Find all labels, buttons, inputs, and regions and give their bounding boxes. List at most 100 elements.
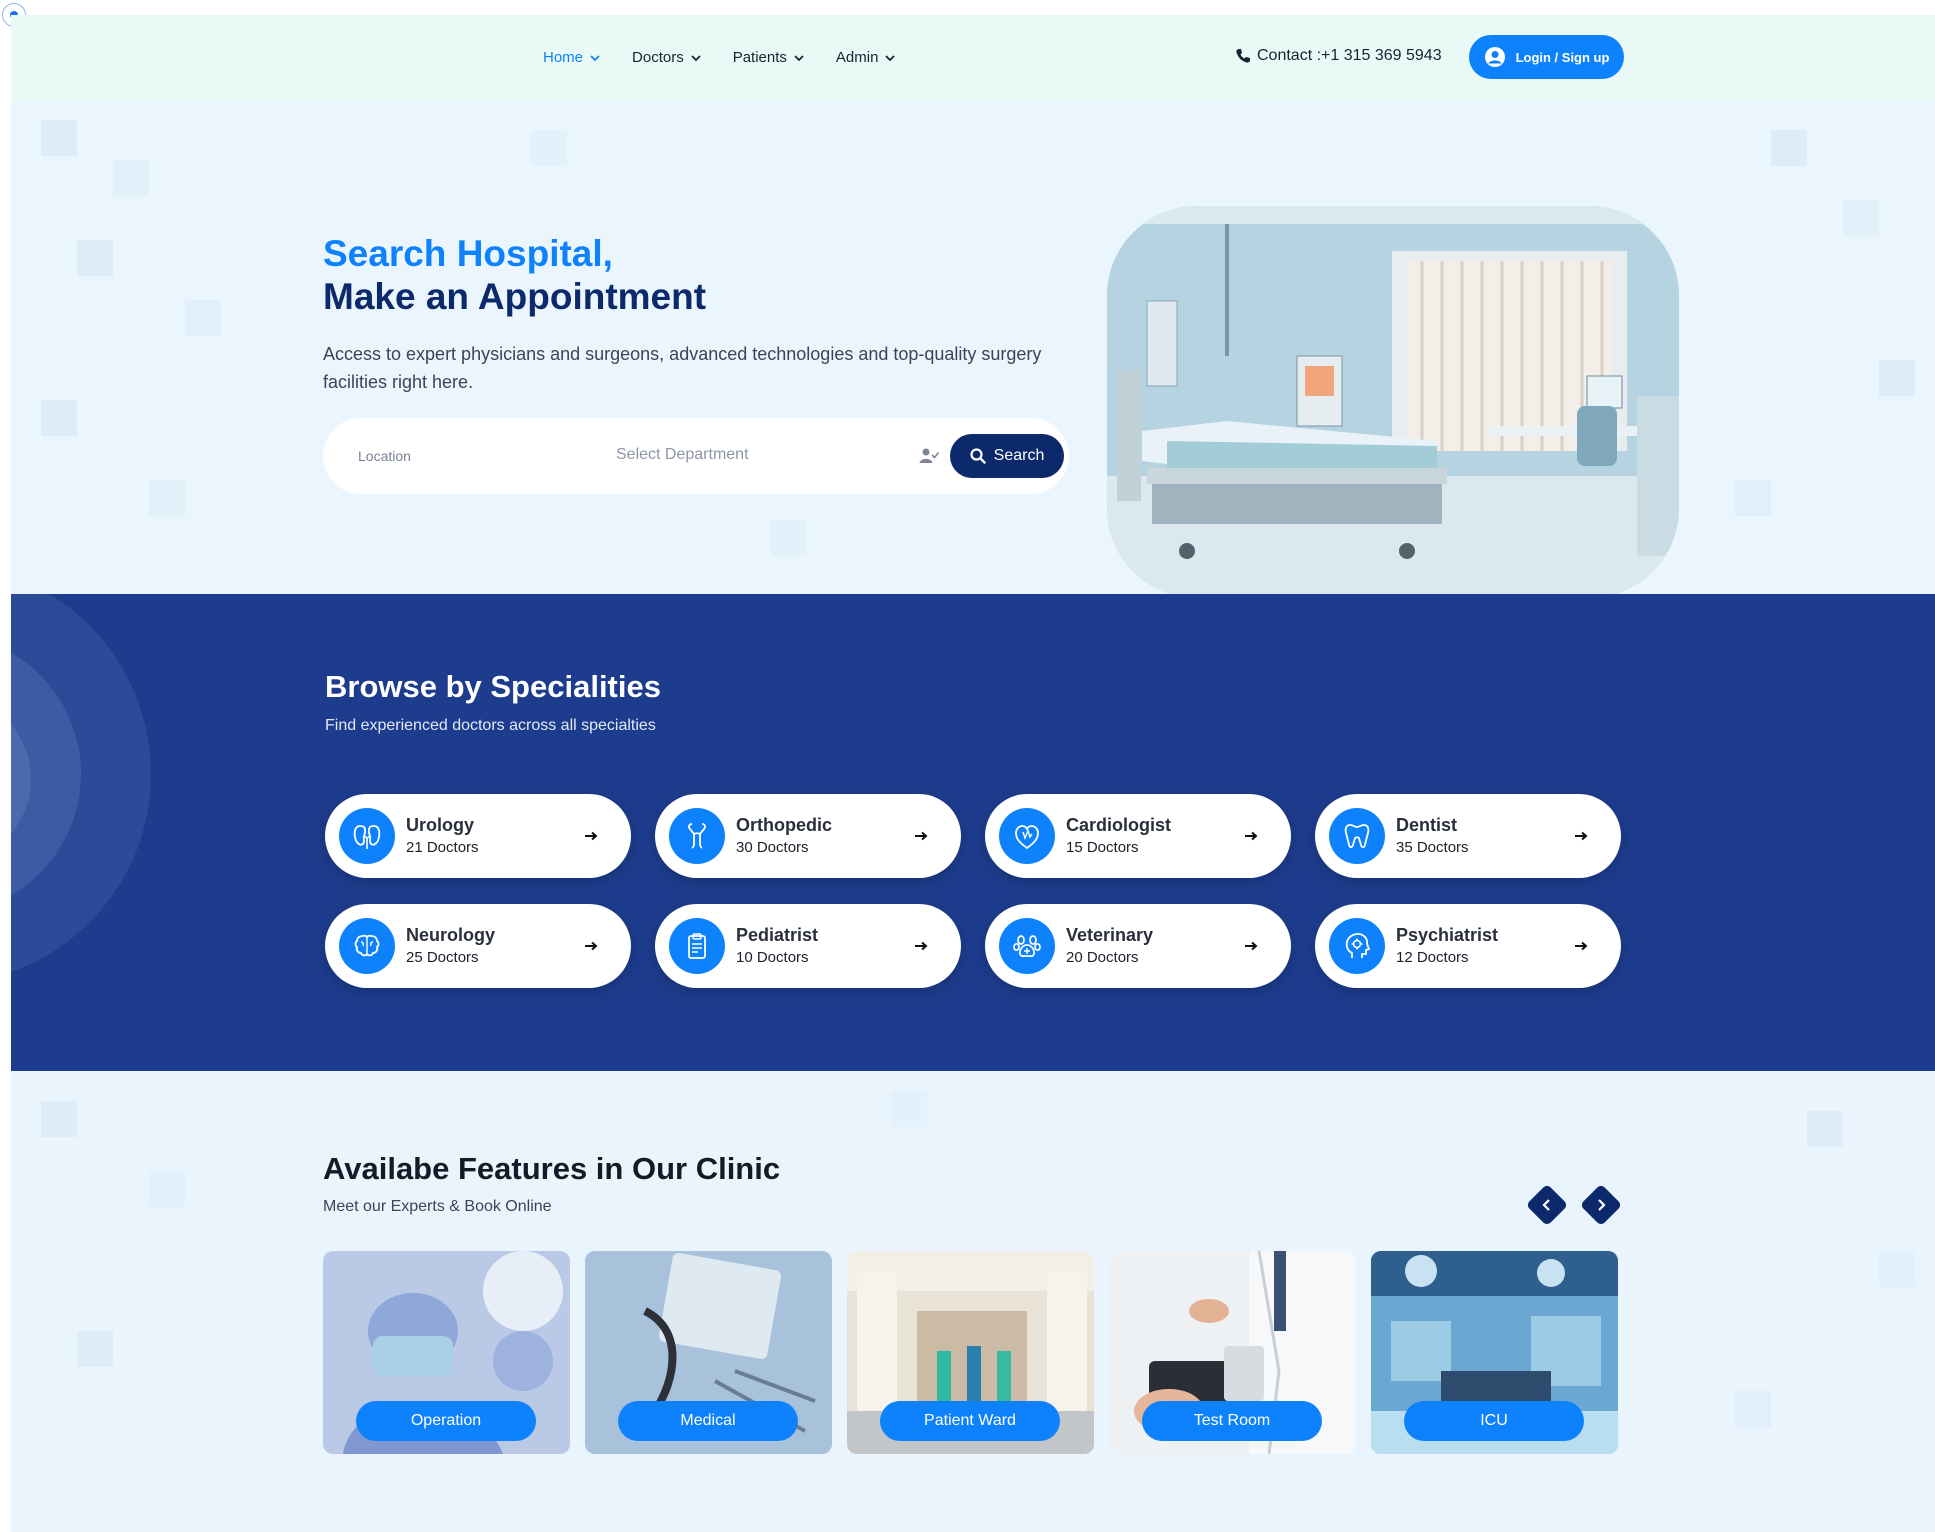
- bg-tile: [41, 1101, 77, 1137]
- bg-tile: [771, 520, 807, 556]
- speciality-doctor-count: 30 Doctors: [736, 839, 809, 856]
- speciality-card-veterinary[interactable]: Veterinary 20 Doctors: [985, 904, 1291, 988]
- hospital-search-bar: Location Select Department Search: [323, 418, 1069, 494]
- user-circle-icon: [1484, 47, 1505, 67]
- hospital-room-image: [1107, 206, 1679, 594]
- bg-tile: [77, 240, 113, 276]
- paw-icon: [999, 918, 1055, 974]
- feature-card-test-room[interactable]: Test Room: [1109, 1251, 1356, 1454]
- speciality-card-orthopedic[interactable]: Orthopedic 30 Doctors: [655, 794, 961, 878]
- speciality-card-urology[interactable]: Urology 21 Doctors: [325, 794, 631, 878]
- brain-icon: [339, 918, 395, 974]
- feature-label: Medical: [618, 1401, 798, 1441]
- chevron-left-icon: [1542, 1199, 1550, 1211]
- speciality-name: Cardiologist: [1066, 815, 1172, 835]
- speciality-doctor-count: 20 Doctors: [1066, 949, 1139, 966]
- contact-info[interactable]: Contact :+1 315 369 5943: [1235, 47, 1442, 65]
- speciality-card-neurology[interactable]: Neurology 25 Doctors: [325, 904, 631, 988]
- nav-item-home[interactable]: Home: [543, 49, 601, 66]
- login-label: Login / Sign up: [1515, 49, 1610, 65]
- user-check-icon: [919, 448, 939, 463]
- department-select[interactable]: Select Department: [616, 446, 749, 464]
- bg-tile: [1735, 1391, 1771, 1427]
- clipboard-icon: [669, 918, 725, 974]
- bg-tile: [891, 1091, 927, 1127]
- page: Home Doctors Patients Admin Contact :+1 …: [11, 15, 1935, 1532]
- heart-icon: [999, 808, 1055, 864]
- hero-title-line1: Search Hospital,: [323, 233, 613, 274]
- feature-card-patient-ward[interactable]: Patient Ward: [847, 1251, 1094, 1454]
- bg-tile: [1807, 1111, 1843, 1147]
- speciality-card-psychiatrist[interactable]: Psychiatrist 12 Doctors: [1315, 904, 1621, 988]
- specialities-title: Browse by Specialities: [325, 669, 661, 704]
- nav-item-patients[interactable]: Patients: [733, 49, 805, 66]
- arrow-right-icon: [1575, 941, 1588, 951]
- bg-tile: [1879, 360, 1915, 396]
- head-gear-icon: [1329, 918, 1385, 974]
- speciality-name: Orthopedic: [736, 815, 833, 835]
- search-button-label: Search: [993, 447, 1045, 464]
- bg-tile: [1735, 480, 1771, 516]
- bg-tile: [1771, 130, 1807, 166]
- speciality-doctor-count: 21 Doctors: [406, 839, 479, 856]
- nav-item-doctors[interactable]: Doctors: [632, 49, 702, 66]
- hero-section: Search Hospital, Make an Appointment Acc…: [11, 100, 1935, 594]
- search-icon: [970, 448, 986, 464]
- speciality-name: Neurology: [406, 925, 496, 945]
- chevron-down-icon: [794, 54, 804, 61]
- feature-label: Test Room: [1142, 1401, 1322, 1441]
- speciality-name: Pediatrist: [736, 925, 819, 945]
- speciality-doctor-count: 35 Doctors: [1396, 839, 1469, 856]
- main-nav: Home Doctors Patients Admin: [543, 49, 896, 66]
- feature-label: Operation: [356, 1401, 536, 1441]
- login-signup-button[interactable]: Login / Sign up: [1469, 35, 1624, 79]
- speciality-card-dentist[interactable]: Dentist 35 Doctors: [1315, 794, 1621, 878]
- features-title: Availabe Features in Our Clinic: [323, 1151, 781, 1186]
- arrow-right-icon: [585, 941, 598, 951]
- nav-item-label: Doctors: [632, 49, 684, 66]
- arrow-right-icon: [1245, 831, 1258, 841]
- bg-tile: [1843, 200, 1879, 236]
- nav-item-admin[interactable]: Admin: [836, 49, 897, 66]
- arrow-right-icon: [1245, 941, 1258, 951]
- feature-label: ICU: [1404, 1401, 1584, 1441]
- speciality-doctor-count: 25 Doctors: [406, 949, 479, 966]
- speciality-doctor-count: 10 Doctors: [736, 949, 809, 966]
- carousel-prev-button[interactable]: [1525, 1183, 1569, 1227]
- chevron-down-icon: [590, 54, 600, 61]
- carousel-next-button[interactable]: [1579, 1183, 1623, 1227]
- speciality-card-cardiologist[interactable]: Cardiologist 15 Doctors: [985, 794, 1291, 878]
- location-input[interactable]: Location: [358, 448, 411, 464]
- kidney-icon: [339, 808, 395, 864]
- bg-tile: [41, 120, 77, 156]
- bone-icon: [669, 808, 725, 864]
- speciality-name: Veterinary: [1066, 925, 1154, 945]
- bg-tile: [149, 480, 185, 516]
- features-section: Availabe Features in Our Clinic Meet our…: [11, 1071, 1935, 1532]
- bg-tile: [1879, 1251, 1915, 1287]
- arrow-right-icon: [915, 941, 928, 951]
- feature-card-operation[interactable]: Operation: [323, 1251, 570, 1454]
- feature-label: Patient Ward: [880, 1401, 1060, 1441]
- chevron-down-icon: [885, 54, 896, 61]
- speciality-doctor-count: 12 Doctors: [1396, 949, 1469, 966]
- bg-tile: [77, 1331, 113, 1367]
- hospital-room-illustration: [1107, 206, 1679, 594]
- phone-icon: [1236, 49, 1250, 63]
- nav-item-label: Patients: [732, 49, 787, 66]
- speciality-card-pediatrist[interactable]: Pediatrist 10 Doctors: [655, 904, 961, 988]
- feature-card-medical[interactable]: Medical: [585, 1251, 832, 1454]
- chevron-right-icon: [1598, 1199, 1606, 1211]
- speciality-name: Urology: [406, 815, 475, 835]
- bg-tile: [185, 300, 221, 336]
- arrow-right-icon: [585, 831, 598, 841]
- top-header: Home Doctors Patients Admin Contact :+1 …: [11, 15, 1935, 100]
- arrow-right-icon: [915, 831, 928, 841]
- bg-tile: [41, 400, 77, 436]
- bg-tile: [113, 160, 149, 196]
- feature-card-icu[interactable]: ICU: [1371, 1251, 1618, 1454]
- search-button[interactable]: Search: [950, 434, 1064, 478]
- bg-tile: [149, 1171, 185, 1207]
- arrow-right-icon: [1575, 831, 1588, 841]
- bg-tile: [531, 130, 567, 166]
